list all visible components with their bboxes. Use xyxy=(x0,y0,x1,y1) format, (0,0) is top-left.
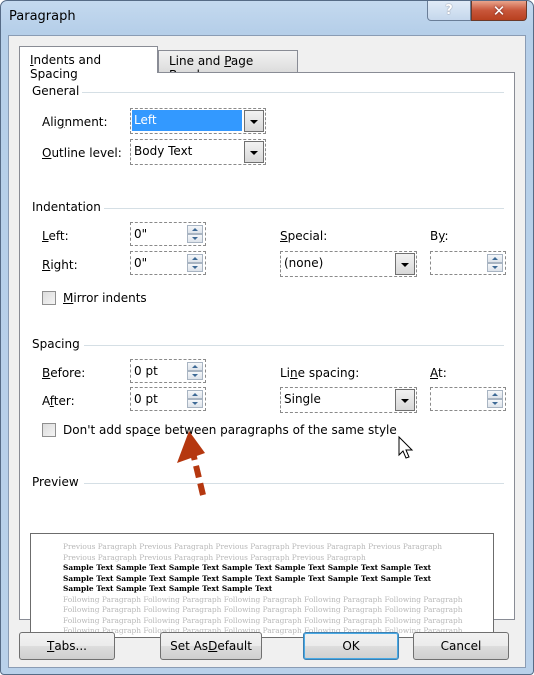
indentation-heading: Indentation xyxy=(32,200,101,214)
dialog-title: Paragraph xyxy=(9,9,76,24)
help-icon: ? xyxy=(445,3,453,18)
left-indent-label: Left: xyxy=(42,229,69,243)
spin-up-icon[interactable] xyxy=(487,254,503,263)
dont-add-space-checkbox[interactable] xyxy=(42,423,56,437)
mirror-indents-label[interactable]: Mirror indents xyxy=(63,291,147,305)
title-bar[interactable]: Paragraph ? ✕ xyxy=(1,1,533,35)
chevron-down-icon[interactable] xyxy=(244,141,264,163)
alignment-select[interactable]: Left xyxy=(130,108,266,134)
at-label: At: xyxy=(430,366,447,380)
line-spacing-select[interactable]: Single xyxy=(280,387,417,413)
outline-level-select[interactable]: Body Text xyxy=(130,139,266,165)
before-label: Before: xyxy=(42,366,86,380)
spin-down-icon[interactable] xyxy=(187,371,203,380)
by-label: By: xyxy=(430,229,449,243)
preview-divider xyxy=(84,483,504,484)
spacing-heading: Spacing xyxy=(32,337,80,351)
spin-down-icon[interactable] xyxy=(187,234,203,243)
arrow-shaft xyxy=(190,452,206,496)
preview-previous-paragraph: Previous Paragraph Previous Paragraph Pr… xyxy=(63,542,442,562)
ok-button[interactable]: OK xyxy=(303,632,399,660)
spin-down-icon[interactable] xyxy=(487,263,503,272)
help-button[interactable]: ? xyxy=(427,1,471,21)
mirror-indents-checkbox[interactable] xyxy=(42,291,56,305)
spacing-before-spinner[interactable]: 0 pt xyxy=(130,359,206,383)
chevron-down-icon[interactable] xyxy=(395,389,415,411)
special-value: (none) xyxy=(284,256,324,270)
preview-sample-text: Sample Text Sample Text Sample Text Samp… xyxy=(63,563,432,593)
outline-level-value: Body Text xyxy=(134,144,193,158)
spin-up-icon[interactable] xyxy=(187,254,203,263)
cancel-button[interactable]: Cancel xyxy=(413,632,509,660)
spin-up-icon[interactable] xyxy=(487,390,503,399)
at-spinner[interactable] xyxy=(430,387,506,411)
line-spacing-label: Line spacing: xyxy=(280,366,360,380)
preview-heading: Preview xyxy=(32,475,79,489)
by-spinner[interactable] xyxy=(430,251,506,275)
tab-line-and-page-breaks[interactable]: Line and Page Breaks xyxy=(158,50,298,82)
spin-down-icon[interactable] xyxy=(187,263,203,272)
spin-up-icon[interactable] xyxy=(187,225,203,234)
alignment-value: Left xyxy=(132,110,242,131)
right-indent-label: Right: xyxy=(42,258,78,272)
general-heading: General xyxy=(32,84,80,98)
line-spacing-value: Single xyxy=(284,392,321,406)
dont-add-space-label[interactable]: Don't add space between paragraphs of th… xyxy=(63,423,397,437)
outline-level-label: Outline level: xyxy=(42,146,122,160)
caption-buttons: ? ✕ xyxy=(427,1,527,21)
spin-down-icon[interactable] xyxy=(487,399,503,408)
special-label: Special: xyxy=(280,229,328,243)
paragraph-preview: Previous Paragraph Previous Paragraph Pr… xyxy=(30,533,494,638)
set-as-default-button[interactable]: Set As Default xyxy=(160,632,262,660)
spin-up-icon[interactable] xyxy=(187,390,203,399)
general-divider xyxy=(82,92,504,93)
left-indent-spinner[interactable]: 0" xyxy=(130,222,206,246)
preview-following-paragraph: Following Paragraph Following Paragraph … xyxy=(63,594,463,638)
right-indent-spinner[interactable]: 0" xyxy=(130,251,206,275)
annotation-arrow-icon xyxy=(177,431,206,496)
arrow-head xyxy=(177,431,205,463)
chevron-down-icon[interactable] xyxy=(244,110,264,132)
special-select[interactable]: (none) xyxy=(280,251,417,277)
paragraph-dialog: Paragraph ? ✕ Indents and Spacing Line a… xyxy=(0,0,534,675)
tabs-button[interactable]: Tabs... xyxy=(19,632,115,660)
close-icon: ✕ xyxy=(492,1,506,20)
tab-indents-and-spacing[interactable]: Indents and Spacing xyxy=(19,46,158,81)
mouse-cursor-icon xyxy=(398,435,414,459)
close-button[interactable]: ✕ xyxy=(471,1,527,21)
after-label: After: xyxy=(42,394,75,408)
spacing-divider xyxy=(84,345,504,346)
tab-panel-indents-and-spacing: General Alignment: Left Outline level: B… xyxy=(19,72,515,638)
spin-up-icon[interactable] xyxy=(187,362,203,371)
dialog-client-area: Indents and Spacing Line and Page Breaks… xyxy=(8,35,526,668)
indentation-divider xyxy=(104,208,504,209)
chevron-down-icon[interactable] xyxy=(395,253,415,275)
alignment-label: Alignment: xyxy=(42,115,108,129)
